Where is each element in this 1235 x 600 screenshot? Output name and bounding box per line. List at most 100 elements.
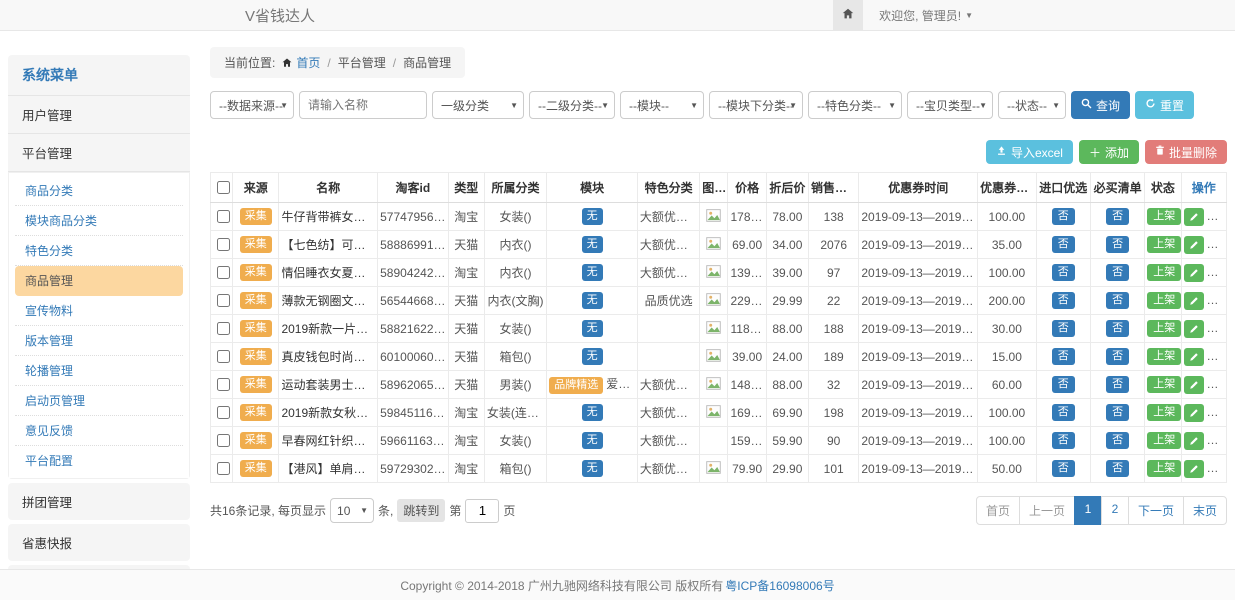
status-toggle[interactable]: 上架: [1147, 404, 1181, 421]
pager-first[interactable]: 首页: [976, 496, 1020, 525]
home-icon: [841, 7, 855, 24]
status-toggle[interactable]: 上架: [1147, 432, 1181, 449]
must-buy-toggle[interactable]: 否: [1106, 320, 1129, 337]
status-toggle[interactable]: 上架: [1147, 208, 1181, 225]
search-button[interactable]: 查询: [1071, 91, 1130, 119]
import-select-toggle[interactable]: 否: [1052, 264, 1075, 281]
reset-button[interactable]: 重置: [1135, 91, 1194, 119]
sidebar-item-version-management[interactable]: 版本管理: [15, 326, 183, 356]
status-select[interactable]: --状态--▼: [998, 91, 1066, 119]
must-buy-toggle[interactable]: 否: [1106, 460, 1129, 477]
module-sub-select[interactable]: --模块下分类--▼: [709, 91, 803, 119]
edit-button[interactable]: [1184, 432, 1204, 450]
must-buy-toggle[interactable]: 否: [1106, 292, 1129, 309]
row-checkbox[interactable]: [217, 210, 230, 223]
sidebar-item-promo-material[interactable]: 宣传物料: [15, 296, 183, 326]
row-checkbox[interactable]: [217, 266, 230, 279]
cell-icon: [700, 259, 728, 287]
edit-button[interactable]: [1184, 320, 1204, 338]
status-toggle[interactable]: 上架: [1147, 376, 1181, 393]
import-select-toggle[interactable]: 否: [1052, 208, 1075, 225]
must-buy-toggle[interactable]: 否: [1106, 264, 1129, 281]
select-all-checkbox[interactable]: [217, 181, 230, 194]
status-toggle[interactable]: 上架: [1147, 292, 1181, 309]
import-select-toggle[interactable]: 否: [1052, 460, 1075, 477]
pager-page-1[interactable]: 1: [1074, 496, 1102, 525]
category1-select[interactable]: 一级分类▼: [432, 91, 524, 119]
edit-button[interactable]: [1184, 348, 1204, 366]
pager-page-2[interactable]: 2: [1101, 496, 1129, 525]
home-nav-button[interactable]: [833, 0, 863, 30]
header-coupon-amount: 优惠券金额: [978, 173, 1036, 203]
page-number-input[interactable]: [465, 499, 499, 523]
module-select[interactable]: --模块--▼: [620, 91, 704, 119]
import-select-toggle[interactable]: 否: [1052, 432, 1075, 449]
data-source-select[interactable]: --数据来源--▼: [210, 91, 294, 119]
sidebar-item-platform-config[interactable]: 平台配置: [15, 446, 183, 475]
per-page-select[interactable]: 10▼: [330, 498, 374, 523]
import-select-toggle[interactable]: 否: [1052, 236, 1075, 253]
sidebar-item-user-management[interactable]: 用户管理: [8, 96, 190, 134]
sidebar-item-goods-category[interactable]: 商品分类: [15, 176, 183, 206]
sidebar-item-splash-management[interactable]: 启动页管理: [15, 386, 183, 416]
must-buy-toggle[interactable]: 否: [1106, 236, 1129, 253]
row-checkbox[interactable]: [217, 322, 230, 335]
edit-button[interactable]: [1184, 264, 1204, 282]
row-checkbox[interactable]: [217, 406, 230, 419]
status-toggle[interactable]: 上架: [1147, 348, 1181, 365]
must-buy-toggle[interactable]: 否: [1106, 432, 1129, 449]
import-select-toggle[interactable]: 否: [1052, 376, 1075, 393]
import-select-toggle[interactable]: 否: [1052, 292, 1075, 309]
import-select-toggle[interactable]: 否: [1052, 348, 1075, 365]
sidebar-item-carousel-management[interactable]: 轮播管理: [15, 356, 183, 386]
sidebar-item-savings-express[interactable]: 省惠快报: [8, 524, 190, 561]
edit-button[interactable]: [1184, 404, 1204, 422]
category2-select[interactable]: --二级分类--▼: [529, 91, 615, 119]
status-toggle[interactable]: 上架: [1147, 236, 1181, 253]
breadcrumb-home-link[interactable]: 首页: [296, 54, 320, 71]
refresh-icon: [1145, 98, 1156, 112]
status-toggle[interactable]: 上架: [1147, 320, 1181, 337]
row-checkbox[interactable]: [217, 294, 230, 307]
edit-button[interactable]: [1184, 460, 1204, 478]
sidebar-item-feedback[interactable]: 意见反馈: [15, 416, 183, 446]
sidebar-item-goods-management-active[interactable]: 商品管理: [15, 266, 183, 296]
import-excel-button[interactable]: 导入excel: [986, 140, 1073, 164]
edit-button[interactable]: [1184, 208, 1204, 226]
table-row: 采集 薄款无钢圈文胸聚拢性... 565446685867 天猫 内衣(文胸) …: [211, 287, 1227, 315]
must-buy-toggle[interactable]: 否: [1106, 404, 1129, 421]
cell-name: 【七色纺】可爱纯棉家...: [279, 231, 378, 259]
sidebar-item-module-goods-category[interactable]: 模块商品分类: [15, 206, 183, 236]
pager-last[interactable]: 末页: [1183, 496, 1227, 525]
cell-type: 淘宝: [448, 203, 484, 231]
sidebar-item-feature-category[interactable]: 特色分类: [15, 236, 183, 266]
user-menu[interactable]: 欢迎您, 管理员! ▼: [879, 7, 973, 24]
edit-button[interactable]: [1184, 292, 1204, 310]
row-checkbox[interactable]: [217, 238, 230, 251]
batch-delete-button[interactable]: 批量删除: [1145, 140, 1227, 164]
add-button[interactable]: ＋ 添加: [1079, 140, 1139, 164]
must-buy-toggle[interactable]: 否: [1106, 376, 1129, 393]
pager-next[interactable]: 下一页: [1128, 496, 1184, 525]
status-toggle[interactable]: 上架: [1147, 460, 1181, 477]
import-select-toggle[interactable]: 否: [1052, 404, 1075, 421]
row-checkbox[interactable]: [217, 462, 230, 475]
row-checkbox[interactable]: [217, 378, 230, 391]
icp-link[interactable]: 粤ICP备16098006号: [725, 577, 834, 594]
pager-prev[interactable]: 上一页: [1019, 496, 1075, 525]
sidebar-item-platform-management[interactable]: 平台管理: [8, 134, 190, 172]
must-buy-toggle[interactable]: 否: [1106, 348, 1129, 365]
header-actions: 操作: [1181, 173, 1226, 203]
import-select-toggle[interactable]: 否: [1052, 320, 1075, 337]
sidebar-item-group-buy[interactable]: 拼团管理: [8, 483, 190, 520]
status-toggle[interactable]: 上架: [1147, 264, 1181, 281]
must-buy-toggle[interactable]: 否: [1106, 208, 1129, 225]
item-type-select[interactable]: --宝贝类型--▼: [907, 91, 993, 119]
jump-button[interactable]: 跳转到: [397, 499, 445, 522]
row-checkbox[interactable]: [217, 350, 230, 363]
edit-button[interactable]: [1184, 376, 1204, 394]
feature-category-select[interactable]: --特色分类--▼: [808, 91, 902, 119]
name-search-input[interactable]: [299, 91, 427, 119]
row-checkbox[interactable]: [217, 434, 230, 447]
edit-button[interactable]: [1184, 236, 1204, 254]
